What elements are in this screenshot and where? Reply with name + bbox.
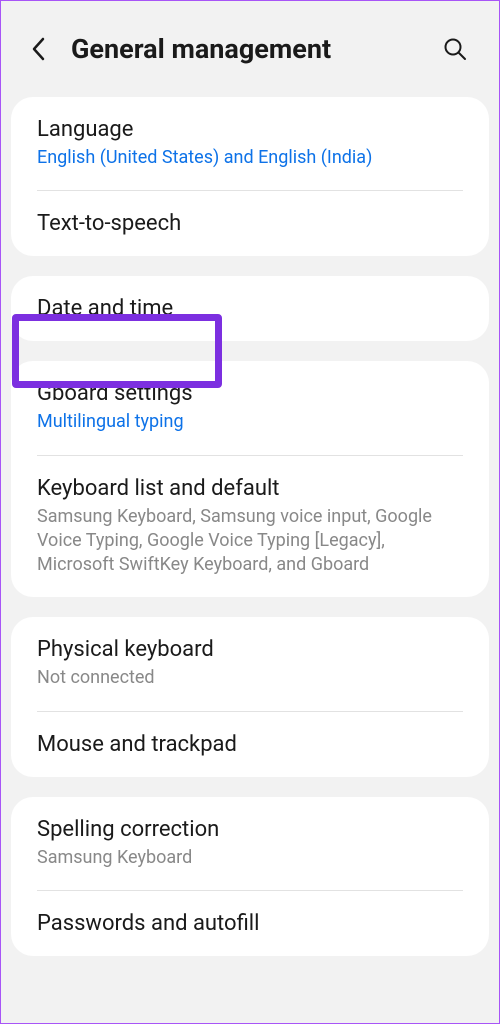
settings-group: Spelling correction Samsung Keyboard Pas… <box>11 797 489 956</box>
item-title: Gboard settings <box>37 381 463 406</box>
settings-group: Language English (United States) and Eng… <box>11 97 489 256</box>
settings-item-passwords[interactable]: Passwords and autofill <box>11 891 489 956</box>
item-subtitle: English (United States) and English (Ind… <box>37 146 463 170</box>
settings-group: Gboard settings Multilingual typing Keyb… <box>11 361 489 597</box>
settings-item-spelling[interactable]: Spelling correction Samsung Keyboard <box>11 797 489 890</box>
settings-item-mouse-trackpad[interactable]: Mouse and trackpad <box>11 712 489 777</box>
item-title: Keyboard list and default <box>37 476 463 501</box>
back-button[interactable] <box>25 35 53 63</box>
settings-group: Date and time <box>11 276 489 341</box>
settings-item-gboard[interactable]: Gboard settings Multilingual typing <box>11 361 489 454</box>
settings-group: Physical keyboard Not connected Mouse an… <box>11 617 489 776</box>
item-subtitle: Samsung Keyboard <box>37 846 463 870</box>
settings-item-tts[interactable]: Text-to-speech <box>11 191 489 256</box>
item-subtitle: Samsung Keyboard, Samsung voice input, G… <box>37 505 463 578</box>
search-button[interactable] <box>439 33 471 65</box>
settings-item-date-time[interactable]: Date and time <box>11 276 489 341</box>
item-subtitle: Multilingual typing <box>37 410 463 434</box>
search-icon <box>443 37 467 61</box>
settings-item-language[interactable]: Language English (United States) and Eng… <box>11 97 489 190</box>
header: General management <box>1 1 499 97</box>
item-subtitle: Not connected <box>37 666 463 690</box>
settings-item-physical-keyboard[interactable]: Physical keyboard Not connected <box>11 617 489 710</box>
chevron-left-icon <box>30 36 48 62</box>
settings-item-keyboard-list[interactable]: Keyboard list and default Samsung Keyboa… <box>11 456 489 598</box>
item-title: Language <box>37 117 463 142</box>
item-title: Mouse and trackpad <box>37 732 463 757</box>
item-title: Spelling correction <box>37 817 463 842</box>
item-title: Date and time <box>37 296 463 321</box>
item-title: Physical keyboard <box>37 637 463 662</box>
item-title: Text-to-speech <box>37 211 463 236</box>
page-title: General management <box>71 33 421 65</box>
item-title: Passwords and autofill <box>37 911 463 936</box>
